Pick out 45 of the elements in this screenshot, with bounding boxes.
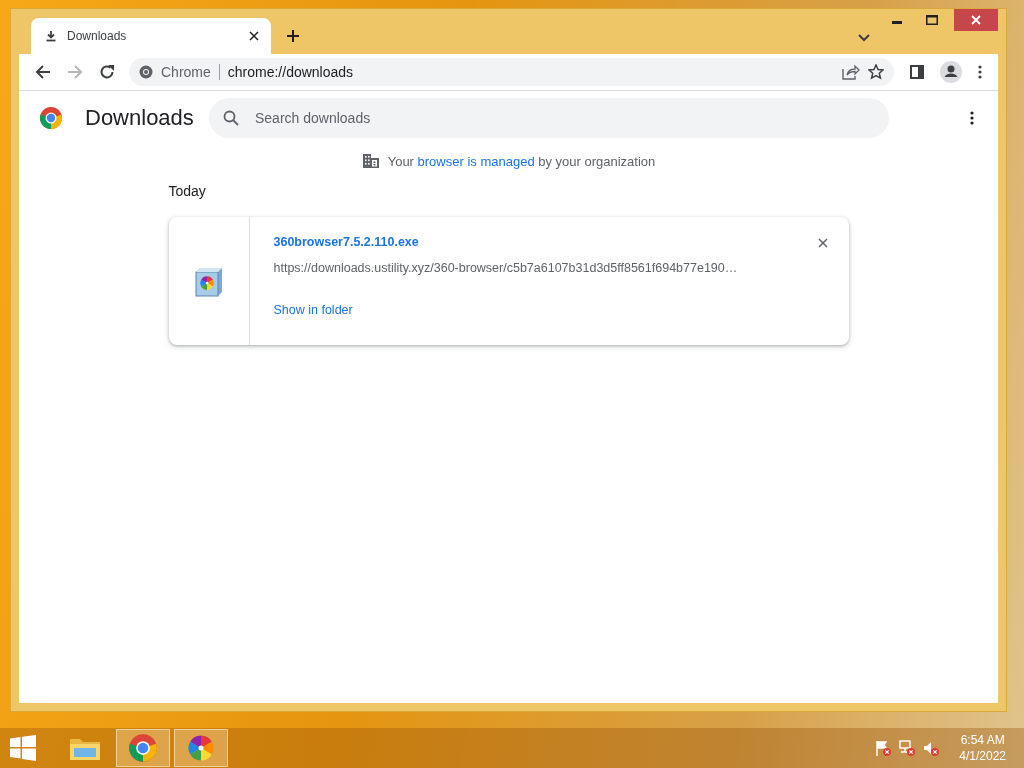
tab-title: Downloads <box>67 29 128 43</box>
chevron-down-icon[interactable] <box>858 34 870 42</box>
new-tab-icon[interactable] <box>287 30 299 42</box>
back-icon[interactable] <box>35 64 51 80</box>
chrome-icon <box>128 733 158 763</box>
network-icon[interactable] <box>899 740 916 756</box>
origin-label: Chrome <box>161 64 211 80</box>
browser-tab[interactable]: Downloads <box>31 18 271 54</box>
file-url: https://downloads.ustility.xyz/360-browser/c5b7a6107b31d3d5ff8561f694b77e190… <box>273 261 739 275</box>
date-heading: Today <box>168 183 207 199</box>
speaker-icon[interactable] <box>923 740 940 756</box>
file-name-link[interactable]: 360browser7.5.2.110.exe <box>273 235 419 249</box>
chrome-icon <box>139 65 153 79</box>
menu-icon[interactable] <box>978 65 982 79</box>
clock-time[interactable]: 6:54 AM <box>959 732 1006 748</box>
building-icon <box>361 153 380 169</box>
address-bar[interactable]: Chrome chrome://downloads <box>129 58 894 86</box>
chrome-logo-icon <box>39 106 63 130</box>
taskbar-app[interactable] <box>116 729 170 767</box>
side-panel-icon[interactable] <box>910 65 924 79</box>
close-icon[interactable] <box>817 238 828 248</box>
installer-file-icon <box>192 266 225 298</box>
download-icon <box>45 30 57 42</box>
forward-icon <box>67 64 83 80</box>
star-icon[interactable] <box>868 64 884 80</box>
clock-date[interactable]: 4/1/2022 <box>959 748 1006 764</box>
reload-icon[interactable] <box>99 64 115 80</box>
share-icon[interactable] <box>842 64 860 80</box>
search-field[interactable]: Search downloads <box>209 98 889 138</box>
search-icon <box>223 110 239 126</box>
page-title: Downloads <box>85 105 195 131</box>
flag-icon[interactable] <box>875 740 892 756</box>
profile-icon[interactable] <box>940 61 962 83</box>
managed-link[interactable]: browser is managed <box>417 153 535 169</box>
url-text: chrome://downloads <box>227 64 354 80</box>
windows-start-icon[interactable] <box>10 735 36 761</box>
close-icon[interactable] <box>249 31 259 41</box>
taskbar-app[interactable] <box>174 729 228 767</box>
managed-notice: Your browser is managed by your organization <box>387 153 656 169</box>
pinwheel-icon <box>186 733 216 763</box>
menu-icon[interactable] <box>970 111 974 125</box>
close-icon <box>971 15 981 25</box>
maximize-icon[interactable] <box>926 15 938 25</box>
show-in-folder-link[interactable]: Show in folder <box>273 303 353 317</box>
close-button[interactable] <box>954 9 998 31</box>
